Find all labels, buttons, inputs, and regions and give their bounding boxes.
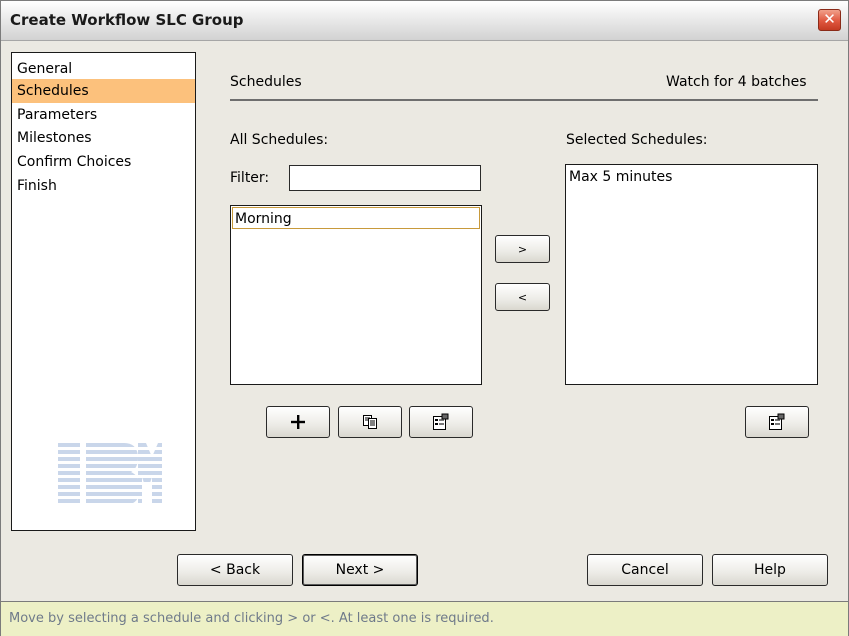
close-button[interactable]: ✕ xyxy=(818,9,841,31)
nav-item-label: Confirm Choices xyxy=(17,154,132,170)
back-button[interactable]: < Back xyxy=(177,554,293,586)
plus-icon xyxy=(291,415,305,429)
nav-item-finish[interactable]: Finish xyxy=(12,174,195,198)
section-title: Schedules xyxy=(230,74,302,90)
cancel-button[interactable]: Cancel xyxy=(587,554,703,586)
nav-item-parameters[interactable]: Parameters xyxy=(12,103,195,127)
back-label: < Back xyxy=(209,562,261,578)
add-schedule-label: > xyxy=(517,242,528,256)
selected-schedules-label: Selected Schedules: xyxy=(566,132,708,148)
help-label: Help xyxy=(754,562,786,578)
help-button[interactable]: Help xyxy=(712,554,828,586)
nav-item-schedules[interactable]: Schedules xyxy=(12,79,195,103)
properties-icon xyxy=(769,413,785,430)
close-icon: ✕ xyxy=(823,10,836,28)
nav-item-label: Finish xyxy=(17,178,57,194)
dialog-window: Create Workflow SLC Group ✕ General Sche… xyxy=(0,0,849,636)
filter-input[interactable] xyxy=(289,165,481,191)
copy-schedule-button[interactable] xyxy=(338,406,402,438)
schedule-properties-button[interactable] xyxy=(409,406,473,438)
properties-icon xyxy=(433,413,449,430)
nav-item-confirm-choices[interactable]: Confirm Choices xyxy=(12,150,195,174)
list-item[interactable]: Max 5 minutes xyxy=(567,166,815,188)
nav-item-label: Milestones xyxy=(17,130,92,146)
selected-properties-button[interactable] xyxy=(745,406,809,438)
nav-item-label: General xyxy=(17,61,73,77)
header-divider xyxy=(230,99,818,101)
add-schedule-button[interactable]: > xyxy=(495,235,550,263)
nav-item-label: Parameters xyxy=(17,107,98,123)
window-title: Create Workflow SLC Group xyxy=(10,11,244,29)
batch-status-text: Watch for 4 batches xyxy=(666,74,807,90)
wizard-steps-panel: General Schedules Parameters Milestones … xyxy=(11,52,196,531)
remove-schedule-label: < xyxy=(517,290,528,304)
filter-label: Filter: xyxy=(230,170,270,186)
list-item[interactable]: Morning xyxy=(232,207,480,229)
copy-icon xyxy=(363,415,377,429)
nav-item-general[interactable]: General xyxy=(12,57,195,81)
next-label: Next > xyxy=(335,562,385,578)
new-schedule-button[interactable] xyxy=(266,406,330,438)
nav-item-label: Schedules xyxy=(17,83,89,99)
all-schedules-label: All Schedules: xyxy=(230,132,329,148)
status-bar: Move by selecting a schedule and clickin… xyxy=(1,601,848,636)
status-message: Move by selecting a schedule and clickin… xyxy=(9,611,494,626)
title-bar[interactable]: Create Workflow SLC Group ✕ xyxy=(1,1,848,41)
remove-schedule-button[interactable]: < xyxy=(495,283,550,311)
selected-schedules-list[interactable]: Max 5 minutes xyxy=(565,164,818,385)
ibm-logo xyxy=(58,443,162,505)
all-schedules-list[interactable]: Morning xyxy=(230,205,482,385)
next-button[interactable]: Next > xyxy=(302,554,418,586)
cancel-label: Cancel xyxy=(621,562,669,578)
nav-item-milestones[interactable]: Milestones xyxy=(12,126,195,150)
